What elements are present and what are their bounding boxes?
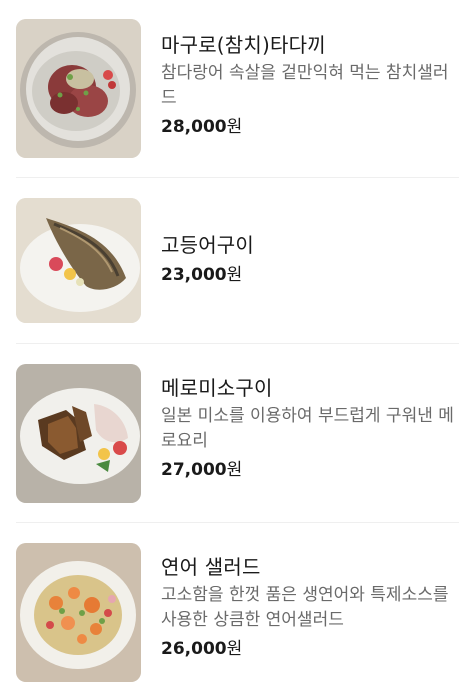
menu-item-tuna-tataki[interactable]: 마구로(참치)타다끼 참다랑어 속살을 겉만익혀 먹는 참치샐러드 28,000… [16,19,459,158]
divider [16,343,459,344]
menu-item-name: 고등어구이 [161,233,254,257]
tuna-tataki-photo [16,19,141,158]
price-currency: 원 [226,117,243,137]
salmon-salad-photo [16,543,141,682]
menu-item-description: 고소함을 한껏 품은 생연어와 특제소스를 사용한 상큼한 연어샐러드 [161,585,449,630]
price-currency: 원 [226,265,243,285]
menu-item-salmon-salad[interactable]: 연어 샐러드 고소함을 한껏 품은 생연어와 특제소스를 사용한 상큼한 연어샐… [16,543,459,682]
menu-item-name: 메로미소구이 [161,376,273,400]
price-value: 23,000 [161,265,227,285]
menu-item-price: 23,000원 [161,263,459,287]
menu-item-price: 26,000원 [161,637,459,661]
menu-item-price: 27,000원 [161,458,459,482]
menu-item-price: 28,000원 [161,115,459,139]
menu-item-description: 일본 미소를 이용하여 부드럽게 구워낸 메로요리 [161,406,454,451]
price-currency: 원 [226,460,243,480]
price-value: 27,000 [161,460,227,480]
menu-item-description: 참다랑어 속살을 겉만익혀 먹는 참치샐러드 [161,63,449,108]
menu-item-name: 마구로(참치)타다끼 [161,33,326,57]
grilled-mackerel-photo [16,198,141,323]
menu-item-name: 연어 샐러드 [161,555,261,579]
menu-item-grilled-mackerel[interactable]: 고등어구이 23,000원 [16,198,459,323]
miso-mero-photo [16,364,141,503]
price-currency: 원 [226,639,243,659]
price-value: 26,000 [161,639,227,659]
menu-list: 마구로(참치)타다끼 참다랑어 속살을 겉만익혀 먹는 참치샐러드 28,000… [0,0,475,699]
price-value: 28,000 [161,117,227,137]
divider [16,522,459,523]
divider [16,177,459,178]
menu-item-miso-mero[interactable]: 메로미소구이 일본 미소를 이용하여 부드럽게 구워낸 메로요리 27,000원 [16,364,459,503]
